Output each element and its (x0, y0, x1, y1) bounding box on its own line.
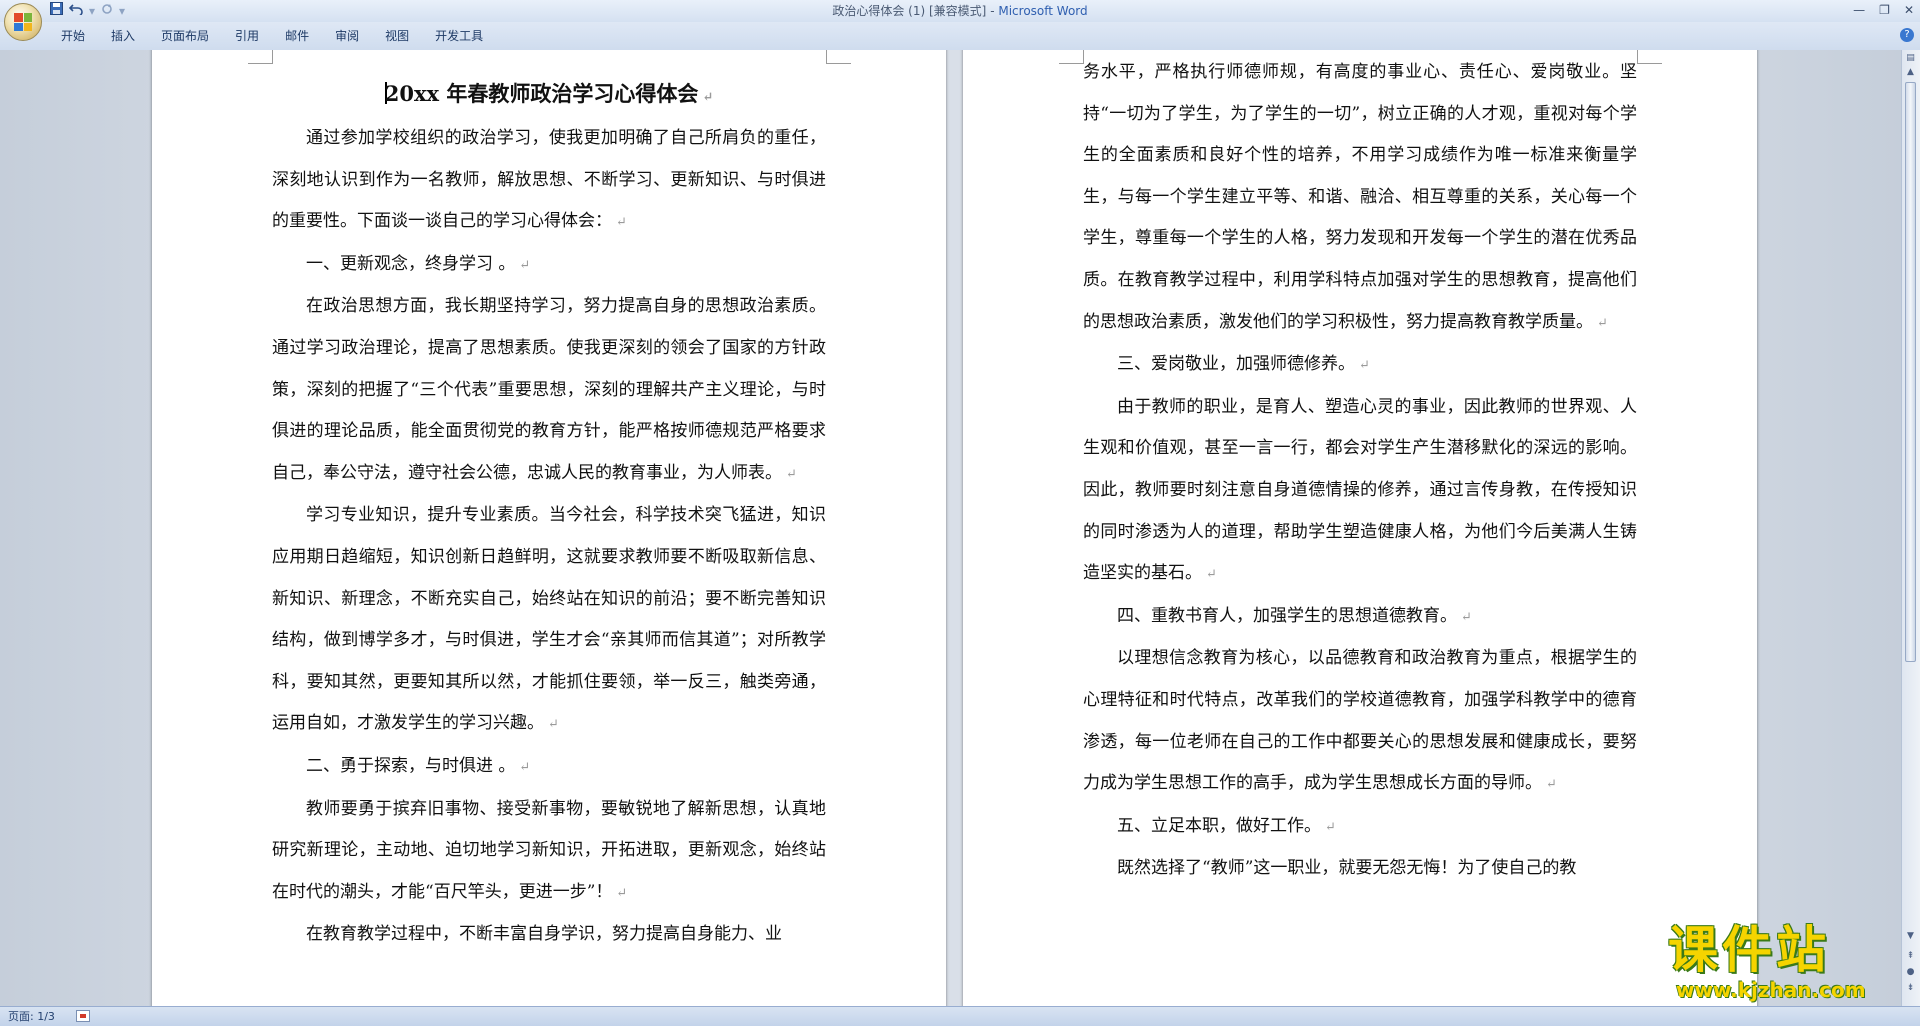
title-separator: - (990, 4, 995, 18)
paragraph-text: 通过参加学校组织的政治学习，使我更加明确了自己所肩负的重任，深刻地认识到作为一名… (272, 128, 826, 232)
ribbon-tabs: 开始 插入 页面布局 引用 邮件 审阅 视图 开发工具 (48, 22, 496, 50)
document-name: 政治心得体会 (1) [兼容模式] (832, 4, 987, 18)
office-logo-icon (14, 13, 32, 31)
watermark-url: www.kjzhan.com (1676, 978, 1866, 1002)
paragraph-text: 五、立足本职，做好工作。 (1117, 815, 1321, 836)
vertical-scrollbar[interactable]: ▤ ▲ ▼ ⇞ ● ⇟ (1901, 50, 1920, 1006)
paragraph-mark: ↵ (548, 717, 559, 733)
paragraph-text: 由于教师的职业，是育人、塑造心灵的事业，因此教师的世界观、人生观和价值观，甚至一… (1083, 396, 1637, 584)
paragraph-text: 既然选择了“教师”这一职业，就要无怨无悔！为了使自己的教 (1117, 858, 1577, 879)
document-title: 20xx 年春教师政治学习心得体会 ↵ (272, 74, 826, 118)
document-title-text: 20xx 年春教师政治学习心得体会 (384, 81, 699, 106)
ribbon: 开始 插入 页面布局 引用 邮件 审阅 视图 开发工具 ? (0, 22, 1920, 51)
tab-page-layout[interactable]: 页面布局 (148, 22, 222, 50)
paragraph-text: 二、勇于探索，与时俱进 。 (306, 755, 516, 776)
undo-icon[interactable] (68, 2, 83, 20)
paragraph-mark: ↵ (1546, 777, 1557, 793)
watermark-name: 课件站 (1668, 921, 1830, 979)
crop-mark (826, 50, 851, 64)
paragraph: 在教育教学过程中，不断丰富自身学识，努力提高自身能力、业 (272, 914, 826, 957)
paragraph-text: 以理想信念教育为核心，以品德教育和政治教育为重点，根据学生的心理特征和时代特点，… (1083, 648, 1637, 794)
ruler-toggle-icon[interactable]: ▤ (1904, 52, 1917, 65)
paragraph: 在政治思想方面，我长期坚持学习，努力提高自身的思想政治素质。通过学习政治理论，提… (272, 286, 826, 495)
paragraph-text: 一、更新观念，终身学习 。 (306, 253, 516, 274)
paragraph-mark: ↵ (519, 257, 531, 273)
restore-icon[interactable]: ❐ (1879, 0, 1890, 20)
paragraph-text: 学习专业知识，提升专业素质。当今社会，科学技术突飞猛进，知识应用期日趋缩短，知识… (272, 505, 826, 734)
proofing-icon[interactable] (76, 1010, 90, 1022)
paragraph: 通过参加学校组织的政治学习，使我更加明确了自己所肩负的重任，深刻地认识到作为一名… (272, 118, 826, 244)
redo-icon[interactable] (101, 2, 113, 20)
paragraph: 既然选择了“教师”这一职业，就要无怨无悔！为了使自己的教 (1083, 848, 1637, 891)
close-icon[interactable]: ✕ (1904, 0, 1914, 20)
paragraph-text: 教师要勇于摈弃旧事物、接受新事物，要敏锐地了解新思想，认真地研究新理论，主动地、… (272, 798, 826, 902)
left-page-text: 20xx 年春教师政治学习心得体会 ↵ 通过参加学校组织的政治学习，使我更加明确了… (272, 74, 826, 957)
window-controls: — ❐ ✕ (1853, 0, 1914, 20)
minimize-icon[interactable]: — (1853, 0, 1865, 20)
paragraph: 由于教师的职业，是育人、塑造心灵的事业，因此教师的世界观、人生观和价值观，甚至一… (1083, 387, 1637, 596)
title-bar: 政治心得体会 (1) [兼容模式] - Microsoft Word ▾ ▾ —… (0, 0, 1920, 22)
paragraph-mark: ↵ (1597, 315, 1608, 331)
scroll-up-icon[interactable]: ▲ (1904, 66, 1917, 79)
paragraph-mark: ↵ (1359, 358, 1370, 374)
window-title: 政治心得体会 (1) [兼容模式] - Microsoft Word (0, 0, 1920, 22)
office-button[interactable] (4, 3, 42, 41)
section-heading: 四、重教书育人，加强学生的思想道德教育。 ↵ (1083, 596, 1637, 639)
paragraph-mark: ↵ (702, 90, 714, 105)
tab-mailings[interactable]: 邮件 (272, 22, 322, 50)
paragraph-mark: ↵ (1325, 819, 1336, 835)
help-icon[interactable]: ? (1900, 28, 1914, 42)
tab-developer[interactable]: 开发工具 (422, 22, 496, 50)
paragraph-text: 三、爱岗敬业，加强师德修养。 (1117, 354, 1355, 375)
save-icon[interactable] (50, 2, 63, 20)
paragraph: 教师要勇于摈弃旧事物、接受新事物，要敏锐地了解新思想，认真地研究新理论，主动地、… (272, 789, 826, 915)
page-left[interactable]: 20xx 年春教师政治学习心得体会 ↵ 通过参加学校组织的政治学习，使我更加明确了… (152, 50, 946, 1006)
tab-review[interactable]: 审阅 (322, 22, 372, 50)
undo-dropdown-icon[interactable]: ▾ (89, 2, 95, 20)
document-area[interactable]: 20xx 年春教师政治学习心得体会 ↵ 通过参加学校组织的政治学习，使我更加明确了… (0, 50, 1902, 1006)
page-right[interactable]: 务水平，严格执行师德师规，有高度的事业心、责任心、爱岗敬业。坚持“一切为了学生，… (963, 50, 1757, 1006)
watermark-logo: 课件站 www.kjzhan.com (1668, 922, 1908, 1004)
section-heading: 二、勇于探索，与时俱进 。 ↵ (272, 746, 826, 789)
app-name: Microsoft Word (998, 4, 1088, 18)
page-counter[interactable]: 页面: 1/3 (8, 1007, 55, 1026)
paragraph-text: 在政治思想方面，我长期坚持学习，努力提高自身的思想政治素质。通过学习政治理论，提… (272, 296, 826, 483)
paragraph-mark: ↵ (1461, 609, 1472, 625)
quick-access-toolbar: ▾ ▾ (50, 2, 125, 20)
tab-insert[interactable]: 插入 (98, 22, 148, 50)
right-page-text: 务水平，严格执行师德师规，有高度的事业心、责任心、爱岗敬业。坚持“一切为了学生，… (1083, 52, 1637, 891)
paragraph-mark: ↵ (786, 466, 797, 482)
tab-view[interactable]: 视图 (372, 22, 422, 50)
paragraph-mark: ↵ (616, 885, 628, 901)
paragraph-mark: ↵ (1206, 567, 1217, 583)
section-heading: 五、立足本职，做好工作。 ↵ (1083, 806, 1637, 849)
paragraph-text: 四、重教书育人，加强学生的思想道德教育。 (1117, 605, 1457, 626)
paragraph: 以理想信念教育为核心，以品德教育和政治教育为重点，根据学生的心理特征和时代特点，… (1083, 638, 1637, 805)
section-heading: 一、更新观念，终身学习 。 ↵ (272, 244, 826, 287)
section-heading: 三、爱岗敬业，加强师德修养。 ↵ (1083, 344, 1637, 387)
tab-home[interactable]: 开始 (48, 22, 98, 50)
paragraph: 务水平，严格执行师德师规，有高度的事业心、责任心、爱岗敬业。坚持“一切为了学生，… (1083, 52, 1637, 344)
paragraph-mark: ↵ (616, 215, 627, 231)
crop-mark (1059, 50, 1084, 64)
paragraph-mark: ↵ (519, 759, 531, 775)
crop-mark (248, 50, 273, 64)
scrollbar-thumb[interactable] (1905, 82, 1916, 662)
paragraph-text: 在教育教学过程中，不断丰富自身学识，努力提高自身能力、业 (306, 924, 782, 945)
status-bar: 页面: 1/3 (0, 1006, 1920, 1026)
tab-references[interactable]: 引用 (222, 22, 272, 50)
dropdown-icon[interactable]: ▾ (119, 2, 125, 20)
paragraph: 学习专业知识，提升专业素质。当今社会，科学技术突飞猛进，知识应用期日趋缩短，知识… (272, 495, 826, 746)
crop-mark (1637, 50, 1662, 64)
paragraph-text: 务水平，严格执行师德师规，有高度的事业心、责任心、爱岗敬业。坚持“一切为了学生，… (1083, 62, 1637, 332)
